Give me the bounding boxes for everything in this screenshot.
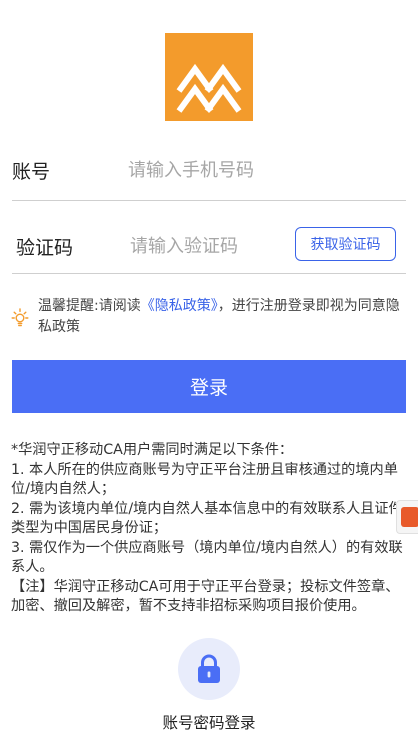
note-line: 1. 本人所在的供应商账号为守正平台注册且审核通过的境内单位/境内自然人；: [11, 461, 398, 498]
note-line: 【注】华润守正移动CA可用于守正平台登录；投标文件签章、加密、撤回及解密，暂不支…: [11, 578, 400, 615]
tip-prefix: 温馨提醒:请阅读: [38, 298, 141, 314]
code-input[interactable]: [130, 232, 290, 260]
privacy-policy-link[interactable]: 《隐私政策》: [141, 298, 218, 314]
password-login-label[interactable]: 账号密码登录: [0, 711, 418, 733]
conditions-notes: *华润守正移动CA用户需同时满足以下条件： 1. 本人所在的供应商账号为守正平台…: [11, 441, 411, 617]
privacy-tip: 温馨提醒:请阅读《隐私政策》，进行注册登录即视为同意隐私政策: [10, 296, 410, 338]
lock-icon: [198, 654, 220, 683]
note-line: 2. 需为该境内单位/境内自然人基本信息中的有效联系人且证件类型为中国居民身份证…: [11, 500, 403, 537]
floating-side-badge[interactable]: [396, 500, 418, 534]
code-label: 验证码: [16, 237, 74, 259]
badge-icon: [401, 507, 418, 527]
password-login-button[interactable]: [178, 638, 240, 700]
account-row: 账号: [12, 140, 406, 201]
logo-icon: [176, 63, 242, 113]
login-button[interactable]: 登录: [12, 360, 406, 413]
code-row: 验证码 获取验证码: [12, 213, 406, 274]
get-code-button[interactable]: 获取验证码: [295, 227, 396, 261]
phone-input[interactable]: [128, 156, 328, 184]
account-label: 账号: [12, 161, 51, 183]
app-logo: [165, 33, 253, 121]
note-line: *华润守正移动CA用户需同时满足以下条件：: [11, 442, 294, 458]
lightbulb-icon: [11, 308, 29, 327]
note-line: 3. 需仅作为一个供应商账号（境内单位/境内自然人）的有效联系人。: [11, 539, 403, 576]
